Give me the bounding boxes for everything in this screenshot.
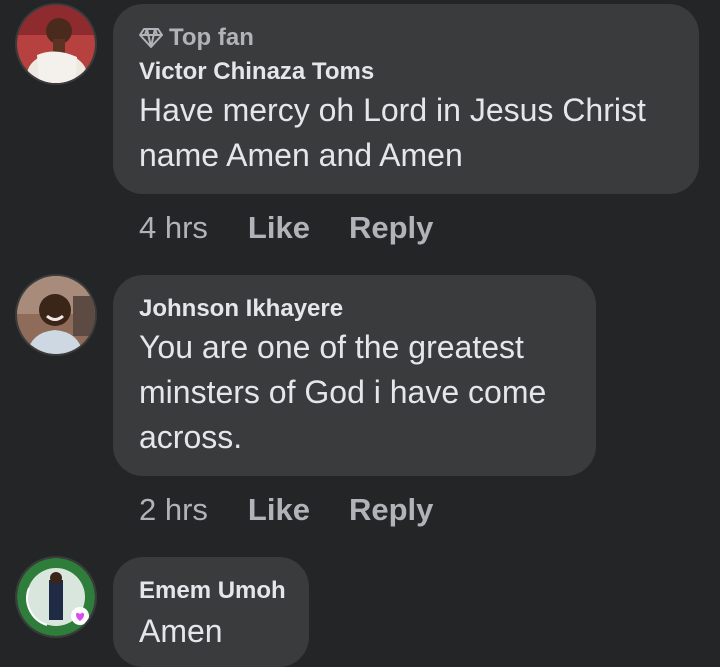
avatar[interactable] — [17, 558, 95, 636]
comment-time[interactable]: 4 hrs — [139, 210, 208, 246]
comment-time[interactable]: 2 hrs — [139, 492, 208, 528]
comment-author[interactable]: Victor Chinaza Toms — [139, 58, 374, 86]
avatar[interactable] — [17, 5, 95, 83]
reply-button[interactable]: Reply — [349, 210, 433, 246]
comment-author[interactable]: Emem Umoh — [139, 577, 286, 605]
comment: Top fan Victor Chinaza Toms Have mercy o… — [0, 0, 720, 260]
comment-author[interactable]: Johnson Ikhayere — [139, 295, 343, 323]
comment-text: You are one of the greatest minsters of … — [139, 325, 576, 460]
like-button[interactable]: Like — [248, 492, 310, 528]
comment-bubble: Johnson Ikhayere You are one of the grea… — [113, 275, 596, 476]
comment-text-line: Amen — [139, 613, 223, 649]
top-fan-badge: Top fan — [139, 24, 254, 52]
comment: Johnson Ikhayere You are one of the grea… — [0, 270, 720, 540]
diamond-icon — [139, 28, 163, 48]
like-button[interactable]: Like — [248, 210, 310, 246]
comment-text-line: Have mercy oh Lord in Jesus Christ — [139, 92, 646, 128]
comment-text-line: across. — [139, 419, 243, 455]
comment-text-line: minsters of God i have come — [139, 374, 547, 410]
comment-bubble: Top fan Victor Chinaza Toms Have mercy o… — [113, 4, 699, 194]
avatar[interactable] — [17, 276, 95, 354]
comment-text-line: You are one of the greatest — [139, 329, 524, 365]
comment-actions: 4 hrs Like Reply — [139, 210, 472, 246]
comment-text: Have mercy oh Lord in Jesus Christ name … — [139, 88, 679, 178]
badge-label: Top fan — [169, 24, 254, 51]
reply-button[interactable]: Reply — [349, 492, 433, 528]
comment-bubble: Emem Umoh Amen — [113, 557, 309, 667]
comment-actions: 2 hrs Like Reply — [139, 492, 472, 528]
comment-text: Amen — [139, 609, 289, 654]
comment-text-line: name Amen and Amen — [139, 137, 463, 173]
comment: Emem Umoh Amen — [0, 550, 720, 667]
